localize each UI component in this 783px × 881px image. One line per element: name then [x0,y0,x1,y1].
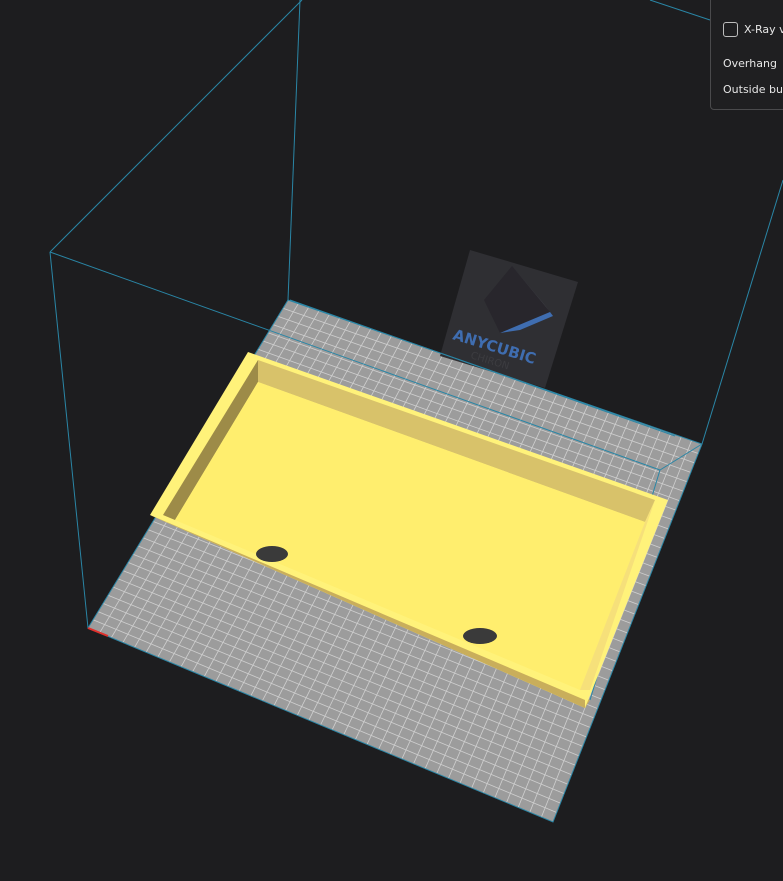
legend-overhang: Overhang [723,57,777,70]
xray-view-option[interactable]: X-Ray v [723,22,783,37]
view-options-panel: X-Ray v Overhang Outside bui [710,0,783,110]
3d-viewport[interactable]: ANYCUBIC CHIRON [0,0,783,881]
xray-label: X-Ray v [744,23,783,36]
hole-icon [463,628,497,644]
xray-checkbox[interactable] [723,22,738,37]
legend-outside-build-area: Outside bui [723,83,783,96]
hole-icon [256,546,288,562]
